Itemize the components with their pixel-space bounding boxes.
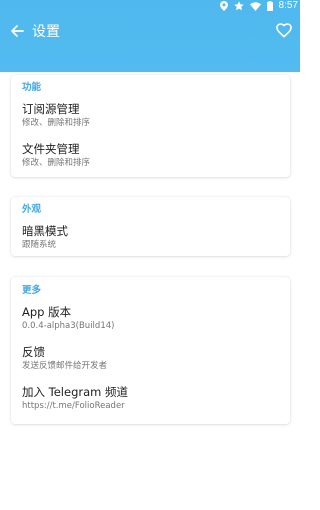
app-bar: 8:57 设置 (0, 0, 300, 72)
dark-mode-item[interactable]: 暗黑模式 跟随系统 (22, 224, 68, 251)
item-subtitle: https://t.me/FolioReader (22, 401, 125, 411)
item-subtitle: 跟随系统 (22, 240, 57, 250)
wifi-icon (249, 1, 261, 11)
location-icon (219, 1, 228, 11)
item-title: 加入 Telegram 频道 (22, 385, 129, 399)
back-button[interactable] (7, 22, 27, 42)
battery-icon (266, 1, 273, 11)
item-subtitle: 修改、删除和排序 (22, 118, 91, 128)
item-subtitle: 0.0.4-alpha3(Build14) (22, 321, 115, 331)
item-title: 订阅源管理 (22, 102, 80, 116)
app-version-item[interactable]: App 版本 0.0.4-alpha3(Build14) (22, 305, 114, 332)
appearance-card: 外观 暗黑模式 跟随系统 (11, 197, 290, 256)
telegram-channel-item[interactable]: 加入 Telegram 频道 https://t.me/FolioReader (22, 385, 128, 412)
favorite-button[interactable] (273, 21, 295, 43)
heart-outline-icon (276, 22, 292, 42)
item-title: 文件夹管理 (22, 142, 80, 156)
more-card: 更多 App 版本 0.0.4-alpha3(Build14) 反馈 发送反馈邮… (11, 277, 290, 424)
item-title: 暗黑模式 (22, 224, 68, 238)
feedback-item[interactable]: 反馈 发送反馈邮件给开发者 (22, 345, 107, 372)
section-title-more: 更多 (22, 285, 42, 296)
section-title-appearance: 外观 (22, 204, 42, 215)
features-card: 功能 订阅源管理 修改、删除和排序 文件夹管理 修改、删除和排序 (11, 75, 290, 177)
item-subtitle: 修改、删除和排序 (22, 158, 91, 168)
star-icon (233, 1, 244, 11)
item-title: 反馈 (22, 345, 45, 359)
subscription-management-item[interactable]: 订阅源管理 修改、删除和排序 (22, 102, 90, 129)
status-time: 8:57 (278, 0, 298, 11)
page-title: 设置 (32, 24, 60, 40)
status-bar: 8:57 (0, 0, 300, 12)
status-icons: 8:57 (219, 0, 300, 12)
folder-management-item[interactable]: 文件夹管理 修改、删除和排序 (22, 142, 90, 169)
item-title: App 版本 (22, 305, 72, 319)
section-title-features: 功能 (22, 82, 42, 93)
toolbar: 设置 (0, 18, 300, 46)
item-subtitle: 发送反馈邮件给开发者 (22, 361, 108, 371)
arrow-left-icon (10, 23, 24, 42)
